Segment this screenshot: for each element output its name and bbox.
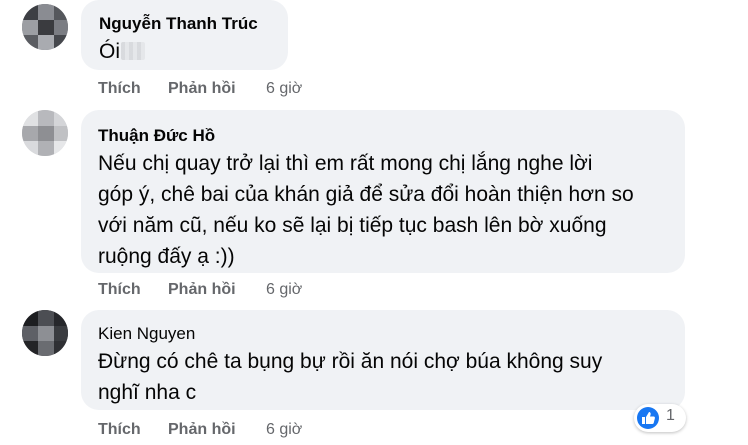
like-button[interactable]: Thích xyxy=(98,281,141,299)
comment-text-line: góp ý, chê bai của khán giả để sửa đổi h… xyxy=(98,183,634,206)
comment-author[interactable]: Thuận Đức Hồ xyxy=(98,126,215,146)
avatar[interactable] xyxy=(22,310,68,356)
comment-text: Đừng có chê ta bụng bự rồi ăn nói chợ bú… xyxy=(98,346,602,408)
comment-text-line: nghĩ nha c xyxy=(98,381,197,404)
comment-bubble: Thuận Đức Hồ Nếu chị quay trở lại thì em… xyxy=(81,110,685,273)
like-button[interactable]: Thích xyxy=(98,80,141,98)
reaction-summary[interactable]: 1 xyxy=(634,404,686,432)
comment-text-content: Ói xyxy=(99,40,120,63)
comment-text-line: ruộng đấy ạ :)) xyxy=(98,245,235,268)
comment-timestamp[interactable]: 6 giờ xyxy=(266,281,302,299)
comment: Nguyễn Thanh Trúc Ói Thích Phản hồi 6 gi… xyxy=(0,0,748,110)
comment-text: Nếu chị quay trở lại thì em rất mong chị… xyxy=(98,148,634,272)
like-button[interactable]: Thích xyxy=(98,421,141,439)
blurred-content xyxy=(121,42,145,60)
comment: Thuận Đức Hồ Nếu chị quay trở lại thì em… xyxy=(0,110,748,310)
comment-bubble: Nguyễn Thanh Trúc Ói xyxy=(81,0,288,70)
reply-button[interactable]: Phản hồi xyxy=(168,281,236,299)
like-icon xyxy=(637,407,659,429)
avatar[interactable] xyxy=(22,4,68,50)
reply-button[interactable]: Phản hồi xyxy=(168,80,236,98)
comment-author[interactable]: Nguyễn Thanh Trúc xyxy=(99,14,258,34)
comment-text: Ói xyxy=(99,36,145,67)
reaction-count: 1 xyxy=(666,407,675,424)
comment-timestamp[interactable]: 6 giờ xyxy=(266,80,302,98)
comment-timestamp[interactable]: 6 giờ xyxy=(266,421,302,439)
comment-author[interactable]: Kien Nguyen xyxy=(98,324,195,344)
comment-bubble: Kien Nguyen Đừng có chê ta bụng bự rồi ă… xyxy=(81,310,685,410)
comment-text-line: với năm cũ, nếu ko sẽ lại bị tiếp tục ba… xyxy=(98,214,607,237)
comment-text-line: Nếu chị quay trở lại thì em rất mong chị… xyxy=(98,152,593,175)
comment-text-line: Đừng có chê ta bụng bự rồi ăn nói chợ bú… xyxy=(98,350,603,373)
reply-button[interactable]: Phản hồi xyxy=(168,421,236,439)
avatar[interactable] xyxy=(22,110,68,156)
